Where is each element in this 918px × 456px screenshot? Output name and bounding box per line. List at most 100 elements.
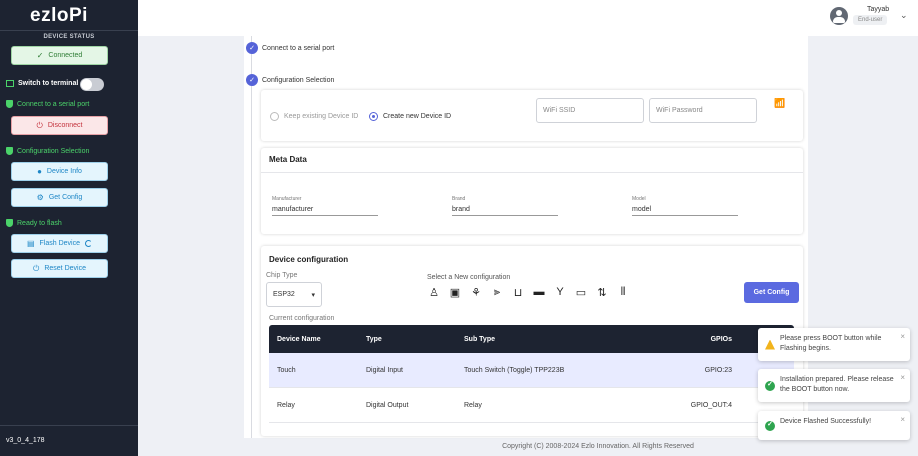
get-config-button[interactable]: ⚙ Get Config bbox=[11, 188, 108, 207]
chip-type-select[interactable]: ESP32 ▾ bbox=[266, 282, 322, 307]
configuration-selection-section: Configuration Selection bbox=[6, 147, 89, 155]
model-label: Model bbox=[632, 196, 646, 202]
user-name: Tayyab bbox=[867, 6, 890, 13]
ready-to-flash-label: Ready to flash bbox=[17, 219, 62, 227]
column-header: Type bbox=[366, 335, 382, 343]
lcd-icon[interactable]: ▭ bbox=[574, 286, 588, 299]
get-config-label: Get Config bbox=[48, 194, 83, 201]
divider bbox=[261, 172, 803, 173]
divider bbox=[0, 425, 138, 426]
toast-text: Please press BOOT button while Flashing … bbox=[780, 335, 882, 353]
chevron-down-icon[interactable]: ⌄ bbox=[900, 10, 908, 21]
close-icon[interactable]: × bbox=[900, 331, 905, 343]
user-avatar-icon[interactable] bbox=[830, 7, 848, 25]
close-icon[interactable]: × bbox=[900, 372, 905, 384]
reset-device-label: Reset Device bbox=[44, 265, 86, 272]
dimmer-icon[interactable]: ⫸ bbox=[490, 286, 504, 299]
type-cell: Digital Output bbox=[366, 401, 409, 409]
connect-serial-section: Connect to a serial port bbox=[6, 100, 89, 108]
device-configuration-title: Device configuration bbox=[269, 255, 349, 264]
device-id-card: Keep existing Device ID Create new Devic… bbox=[261, 90, 803, 141]
type-cell: Digital Input bbox=[366, 366, 403, 374]
device-configuration-card: Device configuration Chip Type ESP32 ▾ S… bbox=[261, 246, 803, 436]
gpio-cell: GPIO_OUT:4 bbox=[690, 401, 732, 409]
sidebar: ezloPi DEVICE STATUS ✓ Connected Switch … bbox=[0, 0, 138, 456]
configuration-selection-label: Configuration Selection bbox=[17, 147, 90, 155]
new-config-label: Select a New configuration bbox=[427, 274, 511, 281]
model-field[interactable]: model bbox=[632, 206, 738, 216]
relay-icon[interactable]: ▣ bbox=[448, 286, 462, 299]
step-configuration-selection[interactable]: ✓ Configuration Selection bbox=[246, 74, 334, 86]
device-status-heading: DEVICE STATUS bbox=[43, 34, 95, 40]
connected-label: Connected bbox=[48, 52, 83, 59]
shield-check-icon bbox=[6, 100, 13, 108]
table-row[interactable]: Relay Digital Output Relay GPIO_OUT:4 bbox=[269, 388, 794, 423]
manufacturer-label: Manufacturer bbox=[272, 196, 302, 202]
create-device-id-radio[interactable]: Create new Device ID bbox=[369, 112, 451, 121]
meta-data-title: Meta Data bbox=[269, 155, 307, 164]
led-icon[interactable]: ♙ bbox=[427, 286, 441, 299]
wifi-password-input[interactable]: WiFi Password bbox=[649, 98, 757, 123]
radio-on-icon bbox=[369, 112, 378, 121]
sensor-icon[interactable]: ⚘ bbox=[469, 286, 483, 299]
device-info-button[interactable]: ● Device Info bbox=[11, 162, 108, 181]
swap-icon[interactable]: ⇅ bbox=[595, 286, 609, 299]
switch-to-terminal: Switch to terminal bbox=[6, 80, 78, 87]
antenna-icon[interactable]: Y bbox=[553, 286, 567, 299]
reset-device-button[interactable]: ⏻ Reset Device bbox=[11, 259, 108, 278]
wifi-ssid-placeholder: WiFi SSID bbox=[543, 107, 576, 114]
connect-serial-label: Connect to a serial port bbox=[17, 100, 90, 108]
terminal-icon bbox=[6, 80, 14, 87]
app-version: v3_0_4_178 bbox=[6, 437, 45, 444]
shield-check-icon bbox=[6, 219, 13, 227]
table-row[interactable]: Touch Digital Input Touch Switch (Toggle… bbox=[269, 353, 794, 388]
divider bbox=[0, 30, 138, 31]
subtype-cell: Touch Switch (Toggle) TPP223B bbox=[464, 366, 565, 374]
wifi-password-placeholder: WiFi Password bbox=[656, 107, 703, 114]
flash-device-button[interactable]: ▤ Flash Device bbox=[11, 234, 108, 253]
get-config-action-button[interactable]: Get Config bbox=[744, 282, 799, 303]
disconnect-button[interactable]: ⏻ Disconnect bbox=[11, 116, 108, 135]
toggle-knob bbox=[81, 79, 92, 90]
current-config-label: Current configuration bbox=[269, 315, 335, 322]
wifi-ssid-input[interactable]: WiFi SSID bbox=[536, 98, 644, 123]
ir-icon[interactable]: ▬ bbox=[532, 286, 546, 299]
warning-icon bbox=[765, 339, 775, 350]
terminal-toggle[interactable] bbox=[80, 78, 104, 91]
keep-device-id-radio[interactable]: Keep existing Device ID bbox=[270, 112, 358, 121]
create-device-id-label: Create new Device ID bbox=[383, 113, 452, 120]
close-icon[interactable]: × bbox=[900, 414, 905, 426]
gpio-icon[interactable]: ⫴ bbox=[616, 286, 630, 299]
wifi-off-icon: 📶 bbox=[774, 98, 786, 108]
info-icon: ● bbox=[37, 167, 42, 176]
u-shape-icon[interactable]: ⊔ bbox=[511, 286, 525, 299]
config-table: Device Name Type Sub Type GPIOs Touch Di… bbox=[269, 325, 794, 423]
column-header: Device Name bbox=[277, 335, 321, 343]
chevron-down-icon: ▾ bbox=[311, 291, 315, 299]
check-circle-icon: ✓ bbox=[765, 420, 775, 431]
brand-field[interactable]: brand bbox=[452, 206, 558, 216]
connected-button[interactable]: ✓ Connected bbox=[11, 46, 108, 65]
manufacturer-field[interactable]: manufacturer bbox=[272, 206, 378, 216]
toast-text: Device Flashed Successfully! bbox=[780, 418, 872, 425]
check-circle-icon: ✓ bbox=[36, 51, 44, 60]
config-type-icons: ♙ ▣ ⚘ ⫸ ⊔ ▬ Y ▭ ⇅ ⫴ bbox=[427, 286, 630, 299]
device-info-label: Device Info bbox=[46, 168, 82, 175]
shield-check-icon bbox=[6, 147, 13, 155]
chip-type-label: Chip Type bbox=[266, 272, 298, 279]
check-circle-icon: ✓ bbox=[765, 380, 775, 391]
top-header: Tayyab End-user ⌄ bbox=[138, 0, 918, 36]
step-connect-serial[interactable]: ✓ Connect to a serial port bbox=[246, 42, 334, 54]
copyright-footer: Copyright (C) 2008-2024 Ezlo Innovation.… bbox=[502, 443, 694, 450]
power-icon: ⏻ bbox=[36, 120, 43, 130]
flash-icon: ▤ bbox=[26, 239, 35, 248]
column-header: Sub Type bbox=[464, 335, 495, 343]
user-role-badge: End-user bbox=[853, 15, 888, 25]
check-icon: ✓ bbox=[246, 74, 258, 86]
disconnect-label: Disconnect bbox=[47, 122, 83, 129]
toast-success: ✓ Installation prepared. Please release … bbox=[758, 369, 910, 402]
radio-off-icon bbox=[270, 112, 279, 121]
column-header: GPIOs bbox=[710, 335, 732, 343]
toast-warning: Please press BOOT button while Flashing … bbox=[758, 328, 910, 361]
keep-device-id-label: Keep existing Device ID bbox=[284, 113, 359, 120]
